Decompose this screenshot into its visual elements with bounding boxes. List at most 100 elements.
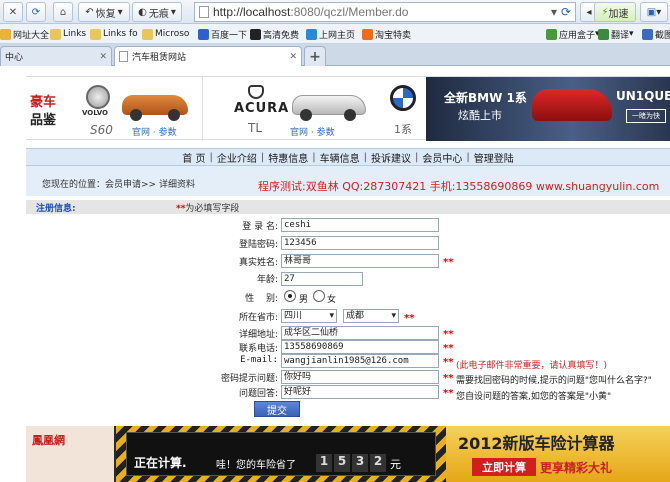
car-image-acura[interactable] bbox=[290, 83, 370, 121]
bookmark-item[interactable]: 网址大全 bbox=[0, 27, 49, 41]
taobao-icon bbox=[362, 28, 373, 40]
bookmark-item[interactable]: Links fo bbox=[90, 27, 138, 41]
refresh-button[interactable]: ⟳ bbox=[26, 2, 46, 22]
email-label: E-mail: bbox=[240, 355, 278, 365]
bookmark-item[interactable]: 淘宝特卖 bbox=[362, 27, 411, 41]
dropdown-icon[interactable]: ▾ bbox=[551, 5, 557, 19]
bmw-promo[interactable]: 全新BMW 1系 炫酷上市 UN1QUE. 一睹为快 bbox=[426, 77, 670, 141]
bookmark-item[interactable]: 百度一下 bbox=[198, 27, 247, 41]
city-select[interactable]: 成都 bbox=[343, 309, 399, 323]
bookmark-item[interactable]: 翻译 ▾ bbox=[598, 27, 634, 41]
nav-home[interactable]: 首 页 bbox=[182, 150, 205, 165]
male-radio[interactable] bbox=[284, 290, 296, 302]
ad-unit: 元 bbox=[390, 458, 401, 471]
baidu-icon bbox=[198, 28, 209, 40]
grid-icon bbox=[546, 28, 557, 40]
tab-car-rental[interactable]: 汽车租赁网站 ✕ bbox=[114, 46, 302, 66]
phone-field[interactable]: 13558690869 bbox=[281, 340, 439, 354]
answer-label: 问题回答: bbox=[238, 389, 278, 399]
password-label: 登陆密码: bbox=[238, 240, 278, 250]
ie-icon bbox=[306, 28, 317, 40]
banner-haoche: 豪车 bbox=[30, 95, 57, 110]
back-icon: ↶ bbox=[85, 6, 94, 18]
digit: 2 bbox=[370, 454, 386, 472]
lightning-icon: ⚡ bbox=[601, 6, 609, 18]
nav-member[interactable]: 会员中心 bbox=[422, 150, 462, 165]
links-volvo[interactable]: 官网 · 参数 bbox=[132, 125, 177, 138]
folder-icon bbox=[50, 28, 61, 40]
bookmark-item[interactable]: 高清免费 bbox=[250, 27, 299, 41]
close-icon[interactable]: ✕ bbox=[99, 52, 107, 62]
bookmark-item[interactable]: 应用盒子▾ bbox=[546, 27, 600, 41]
submit-button[interactable]: 提交 bbox=[254, 401, 300, 417]
email-field[interactable]: wangjianlin1985@126.com bbox=[281, 354, 439, 368]
tab-strip: 中心 ✕ 汽车租赁网站 ✕ + bbox=[0, 44, 670, 66]
model-tl: TL bbox=[248, 121, 263, 135]
nav-complaints[interactable]: 投诉建议 bbox=[371, 150, 411, 165]
speed-button[interactable]: ⚡ 加速 bbox=[594, 2, 636, 22]
noframe-button[interactable]: ◐ 无痕 ▾ bbox=[132, 2, 182, 22]
realname-field[interactable]: 林哥哥 bbox=[281, 254, 439, 268]
digit: 1 bbox=[316, 454, 332, 472]
female-label: 女 bbox=[327, 295, 337, 305]
address-field[interactable]: 成华区二仙桥 bbox=[281, 326, 439, 340]
password-field[interactable]: 123456 bbox=[281, 236, 439, 250]
province-label: 所在省市: bbox=[238, 313, 278, 323]
bookmark-item[interactable]: 截图 bbox=[642, 27, 670, 41]
brand-volvo: VOLVO bbox=[82, 109, 108, 117]
digit: 3 bbox=[352, 454, 368, 472]
username-field[interactable]: ceshi bbox=[281, 218, 439, 232]
required-star: ** bbox=[443, 373, 454, 384]
home-button[interactable]: ⌂ bbox=[53, 2, 73, 22]
folder-icon bbox=[142, 28, 153, 40]
ad-cta-button[interactable]: 立即计算 bbox=[472, 458, 536, 476]
male-label: 男 bbox=[299, 295, 309, 305]
ad-title: 2012新版车险计算器 bbox=[458, 434, 615, 453]
female-radio[interactable] bbox=[313, 290, 325, 302]
answer-hint: 您自设问题的答案,如您的答案是"小黄" bbox=[456, 392, 612, 402]
breadcrumb-bar: 您现在的位置：会员申请>> 详细资料 程序测试:双鱼林 QQ:287307421… bbox=[26, 166, 670, 196]
required-star: ** bbox=[443, 388, 454, 399]
bookmark-item[interactable]: 上网主页 bbox=[306, 27, 355, 41]
required-star: ** bbox=[443, 257, 454, 268]
new-tab-button[interactable]: + bbox=[304, 46, 326, 66]
bookmark-item[interactable]: Links bbox=[50, 27, 86, 41]
age-label: 年龄: bbox=[256, 275, 278, 285]
insurance-ad[interactable]: 鳳凰網 正在计算. 哇！您的车险省了 1 5 3 2 元 2012新版车险计算器… bbox=[26, 426, 670, 482]
scissors-icon bbox=[642, 28, 653, 40]
promo-button[interactable]: 一睹为快 bbox=[626, 109, 666, 123]
restore-button[interactable]: ↶ 恢复 ▾ bbox=[78, 2, 130, 22]
question-field[interactable]: 你好吗 bbox=[281, 370, 439, 384]
nav-about[interactable]: 企业介绍 bbox=[217, 150, 257, 165]
nav-offers[interactable]: 特惠信息 bbox=[268, 150, 308, 165]
m-icon bbox=[250, 28, 261, 40]
folder-icon bbox=[0, 28, 11, 40]
tab-center[interactable]: 中心 ✕ bbox=[0, 46, 112, 66]
bmw-logo-icon bbox=[390, 85, 416, 111]
page-icon bbox=[119, 51, 128, 62]
question-hint: 需要找回密码的时候,提示的问题"您叫什么名字?" bbox=[456, 376, 652, 386]
age-field[interactable]: 27 bbox=[281, 272, 363, 286]
rss-icon[interactable]: ⟳ bbox=[561, 5, 571, 19]
ad-calc: 正在计算. bbox=[134, 456, 187, 470]
stop-button[interactable]: ✕ bbox=[3, 2, 23, 22]
close-icon[interactable]: ✕ bbox=[289, 52, 297, 62]
bookmarks-bar: 网址大全 Links Links fo Microso 百度一下 高清免费 上网… bbox=[0, 24, 670, 44]
acura-logo-icon bbox=[248, 85, 264, 99]
nav-admin[interactable]: 管理登陆 bbox=[474, 150, 514, 165]
banner-pinjian: 品鉴 bbox=[30, 113, 57, 128]
links-acura[interactable]: 官网 · 参数 bbox=[290, 125, 335, 138]
answer-field[interactable]: 好呢好 bbox=[281, 385, 439, 399]
gender-label: 性 别: bbox=[245, 294, 278, 304]
nav-vehicles[interactable]: 车辆信息 bbox=[320, 150, 360, 165]
close-icon: ✕ bbox=[8, 6, 18, 18]
car-image-volvo[interactable] bbox=[118, 83, 190, 121]
address-bar[interactable]: http://localhost:8080/qczl/Member.do ▾ ⟳ bbox=[194, 2, 576, 22]
province-select[interactable]: 四川 bbox=[281, 309, 337, 323]
model-s60: S60 bbox=[90, 123, 113, 137]
refresh-icon: ⟳ bbox=[31, 6, 41, 18]
bookmark-item[interactable]: Microso bbox=[142, 27, 189, 41]
extra-button[interactable]: ▣ ▾ bbox=[640, 2, 668, 22]
breadcrumb: 您现在的位置：会员申请>> 详细资料 bbox=[42, 180, 195, 190]
digit: 5 bbox=[334, 454, 350, 472]
